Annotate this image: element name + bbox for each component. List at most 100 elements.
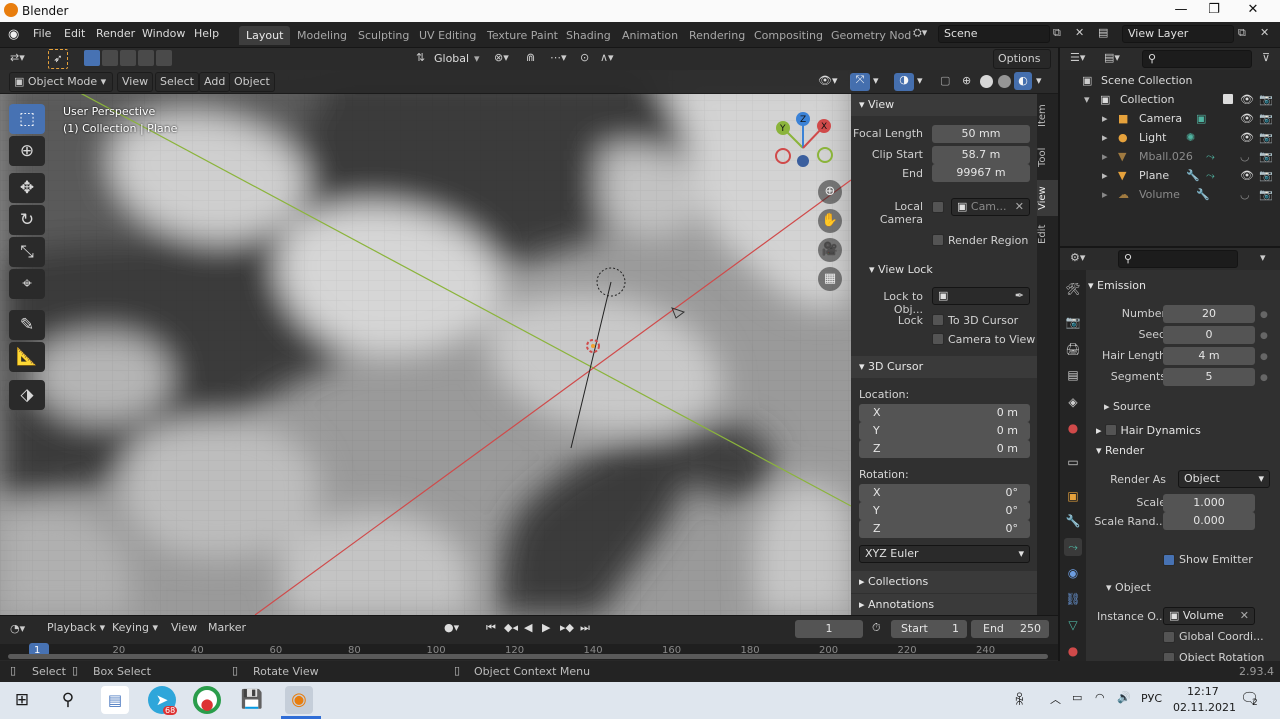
- ortho-toggle-icon[interactable]: ▦: [818, 267, 842, 291]
- gizmo-dropdown-icon[interactable]: ▾: [873, 74, 879, 87]
- clip-start-field[interactable]: 58.7 m: [932, 146, 1030, 164]
- snap-icon[interactable]: ⋒: [526, 51, 535, 64]
- hair-dynamics-checkbox[interactable]: [1105, 424, 1118, 436]
- local-camera-checkbox[interactable]: [932, 201, 944, 213]
- start-frame-field[interactable]: Start 1: [891, 620, 967, 638]
- expand-icon[interactable]: ▸: [1102, 185, 1108, 204]
- tray-chevron-up-icon[interactable]: ︿: [1050, 691, 1061, 707]
- add-cube-tool[interactable]: ⬗: [9, 380, 45, 410]
- modifier-icon[interactable]: 🔧: [1186, 166, 1200, 185]
- transform-orientation-label[interactable]: Global: [434, 52, 469, 65]
- rotate-tool[interactable]: ↻: [9, 205, 45, 235]
- view-layer-properties-icon[interactable]: ▤: [1064, 366, 1082, 384]
- tab-item[interactable]: Item: [1037, 98, 1058, 134]
- camera-view-icon[interactable]: 🎥: [818, 238, 842, 262]
- object-properties-icon[interactable]: ▣: [1064, 487, 1082, 505]
- close-button[interactable]: ✕: [1238, 2, 1268, 17]
- visibility-icon[interactable]: 👁▾: [818, 74, 838, 87]
- view-lock-subheader[interactable]: ▾ View Lock: [869, 263, 933, 276]
- shading-dropdown-icon[interactable]: ▾: [1036, 74, 1042, 87]
- hair-length-field[interactable]: 4 m: [1163, 347, 1255, 365]
- maximize-button[interactable]: ❐: [1199, 2, 1229, 17]
- lock-to-object-field[interactable]: ▣ ✒: [932, 287, 1030, 305]
- scale-field[interactable]: 1.000: [1163, 494, 1255, 512]
- view-menu[interactable]: View: [117, 72, 154, 92]
- constraint-properties-icon[interactable]: ⛓: [1064, 590, 1082, 608]
- timeline-scrollbar[interactable]: [8, 654, 1048, 659]
- render-header[interactable]: ▾ Render: [1096, 444, 1144, 457]
- menu-help[interactable]: Help: [194, 27, 219, 40]
- filter-icon[interactable]: ⊽: [1262, 51, 1270, 64]
- overlays-dropdown-icon[interactable]: ▾: [917, 74, 923, 87]
- jump-start-icon[interactable]: ⏮: [486, 621, 496, 635]
- collections-section-header[interactable]: ▸ Collections: [851, 571, 1037, 593]
- render-as-dropdown[interactable]: Object ▾: [1178, 470, 1270, 488]
- tab-rendering[interactable]: Rendering: [682, 26, 752, 45]
- minimize-button[interactable]: —: [1166, 2, 1196, 17]
- location-y-field[interactable]: Y 0 m: [859, 422, 1030, 440]
- menu-edit[interactable]: Edit: [64, 27, 85, 40]
- notepad-app-icon[interactable]: ▤: [101, 686, 129, 714]
- number-field[interactable]: 20: [1163, 305, 1255, 323]
- eye-icon[interactable]: 👁: [1240, 109, 1254, 128]
- material-properties-icon[interactable]: ●: [1064, 642, 1082, 660]
- properties-search-input[interactable]: ⚲: [1118, 250, 1238, 268]
- tab-layout[interactable]: Layout: [239, 26, 291, 45]
- navigation-gizmo[interactable]: Y Z X: [770, 106, 840, 176]
- prev-key-icon[interactable]: ◆◂: [504, 621, 518, 634]
- rotation-z-field[interactable]: Z 0°: [859, 520, 1030, 538]
- stopwatch-icon[interactable]: ⏱: [872, 621, 881, 635]
- select-mode-extend-icon[interactable]: [102, 50, 118, 66]
- autokey-icon[interactable]: ●▾: [444, 621, 459, 634]
- marker-menu[interactable]: Marker: [204, 619, 250, 639]
- 3d-cursor-section-header[interactable]: ▾ 3D Cursor: [851, 356, 1037, 378]
- keying-menu[interactable]: Keying ▾: [108, 619, 162, 639]
- rotation-x-field[interactable]: X 0°: [859, 484, 1030, 502]
- render-region-checkbox[interactable]: [932, 234, 944, 246]
- collection-properties-icon[interactable]: ▭: [1064, 453, 1082, 471]
- scale-tool[interactable]: ⤡: [9, 237, 45, 267]
- output-properties-icon[interactable]: 🖨: [1064, 340, 1082, 358]
- chrome-app-icon[interactable]: ●: [193, 686, 221, 714]
- camera-data-icon[interactable]: ▣: [1196, 109, 1206, 128]
- outliner-row-plane[interactable]: ▸ ▼ Plane 🔧 ⤳ 👁 📷: [1060, 166, 1280, 185]
- particles-icon[interactable]: ⤳: [1206, 147, 1215, 166]
- menu-file[interactable]: File: [33, 27, 51, 40]
- local-camera-field[interactable]: ▣ Cam... ✕: [951, 198, 1030, 216]
- render-icon[interactable]: 📷: [1259, 147, 1273, 166]
- outliner-row-volume[interactable]: ▸ ☁ Volume 🔧 ◡ 📷: [1060, 185, 1280, 204]
- tab-geometry-nodes[interactable]: Geometry Nod: [824, 26, 918, 45]
- outliner-row-light[interactable]: ▸ ● Light ✺ 👁 📷: [1060, 128, 1280, 147]
- light-data-icon[interactable]: ✺: [1186, 128, 1195, 147]
- outliner-search-input[interactable]: ⚲: [1142, 50, 1252, 68]
- camera-to-view-checkbox[interactable]: [932, 333, 944, 345]
- pan-view-icon[interactable]: ✋: [818, 209, 842, 233]
- windows-start-icon[interactable]: ⊞: [8, 686, 36, 714]
- particles-icon[interactable]: ⤳: [1206, 166, 1215, 185]
- properties-options-icon[interactable]: ▾: [1260, 251, 1266, 264]
- tab-uv-editing[interactable]: UV Editing: [412, 26, 483, 45]
- eyedropper-icon[interactable]: ✒: [1015, 288, 1024, 304]
- rotation-y-field[interactable]: Y 0°: [859, 502, 1030, 520]
- menu-window[interactable]: Window: [142, 27, 185, 40]
- view-layer-field[interactable]: View Layer: [1122, 25, 1234, 43]
- play-reverse-icon[interactable]: ◀: [524, 621, 532, 634]
- menu-render[interactable]: Render: [96, 27, 135, 40]
- seed-field[interactable]: 0: [1163, 326, 1255, 344]
- rendered-shading-icon[interactable]: ◐: [1014, 72, 1032, 90]
- search-icon[interactable]: ⚲: [54, 686, 82, 714]
- new-view-layer-icon[interactable]: ⧉: [1238, 26, 1246, 40]
- wifi-icon[interactable]: ◠: [1095, 691, 1105, 704]
- delete-view-layer-icon[interactable]: ✕: [1260, 26, 1269, 39]
- delete-scene-icon[interactable]: ✕: [1075, 26, 1084, 39]
- object-menu[interactable]: Object: [229, 72, 275, 92]
- timeline-editor-icon[interactable]: ◔▾: [10, 622, 25, 635]
- snap-target-icon[interactable]: ⋯▾: [550, 51, 567, 64]
- expand-icon[interactable]: ▸: [1102, 147, 1108, 166]
- render-properties-icon[interactable]: 📷: [1064, 313, 1082, 331]
- save-app-icon[interactable]: 💾: [238, 686, 266, 714]
- eye-hidden-icon[interactable]: ◡: [1240, 147, 1250, 166]
- collection-include-checkbox[interactable]: [1222, 93, 1234, 105]
- gizmo-toggle-icon[interactable]: ⤧: [850, 73, 870, 91]
- render-icon[interactable]: 📷: [1259, 166, 1273, 185]
